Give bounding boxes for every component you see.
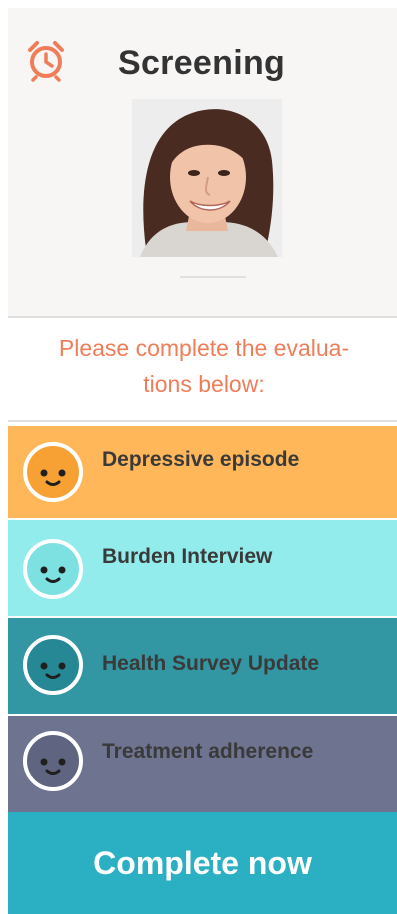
page-title: Screening — [118, 44, 286, 82]
alarm-clock-icon[interactable] — [24, 38, 68, 82]
instructions-text: Please complete the evalua- tions below: — [18, 330, 390, 402]
evaluation-item-treatment-adherence[interactable]: Treatment adherence — [8, 716, 397, 812]
evaluation-item-burden-interview[interactable]: Burden Interview — [8, 520, 397, 616]
smiley-face-icon — [22, 441, 84, 503]
evaluation-label: Health Survey Update — [102, 652, 320, 675]
evaluation-label: Burden Interview — [102, 545, 273, 568]
header-divider — [180, 276, 246, 278]
evaluation-item-health-survey-update[interactable]: Health Survey Update — [8, 618, 397, 714]
smiley-face-icon — [22, 634, 84, 696]
evaluation-label: Treatment adherence — [102, 740, 314, 763]
complete-now-button[interactable]: Complete now — [8, 812, 397, 914]
screening-screen: Screening Please complete the evalua- ti… — [0, 0, 397, 914]
avatar — [132, 99, 282, 257]
instructions-separator — [8, 420, 397, 422]
evaluation-label: Depressive episode — [102, 448, 300, 471]
header: Screening — [8, 8, 397, 316]
smiley-face-icon — [22, 730, 84, 792]
top-separator — [8, 316, 397, 318]
evaluation-item-depressive-episode[interactable]: Depressive episode — [8, 426, 397, 518]
instructions-line-1: Please complete the evalua- — [58, 335, 350, 361]
smiley-face-icon — [22, 538, 84, 600]
instructions-line-2: tions below: — [143, 371, 265, 397]
